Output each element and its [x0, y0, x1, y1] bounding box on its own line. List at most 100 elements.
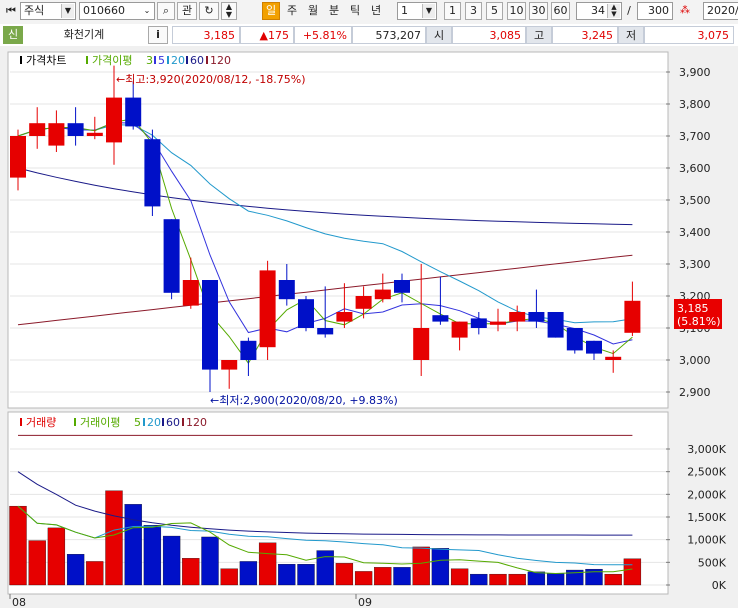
- volume-bar: [201, 536, 219, 586]
- period-day-button[interactable]: 일: [262, 2, 280, 20]
- grid-settings-icon[interactable]: ⁂: [676, 2, 694, 20]
- volume-bar: [239, 561, 258, 586]
- stock-name: 화천기계: [63, 28, 105, 41]
- price-tick-label: 3,600: [679, 162, 711, 175]
- market-value: 주식: [24, 4, 45, 17]
- candle-body: [221, 360, 238, 370]
- quick-5-button[interactable]: 5: [486, 2, 503, 20]
- volume-bar: [527, 571, 546, 586]
- refresh-icon[interactable]: ↻: [199, 2, 219, 20]
- price-badge: 3,185 (5.81%): [674, 299, 722, 329]
- price-change: ▲175: [240, 26, 294, 44]
- volume-bar: [508, 573, 526, 586]
- low-price: 3,075: [644, 26, 734, 44]
- x-tick-label: 08: [12, 596, 26, 608]
- candle-body: [29, 123, 46, 136]
- candle-body: [202, 280, 218, 370]
- vol-legend-period-5: 5: [134, 416, 141, 429]
- high-label: 고: [526, 26, 552, 44]
- candle-body: [259, 270, 276, 348]
- count-separator: /: [627, 4, 631, 17]
- vol-legend-period-20: 20: [147, 416, 161, 429]
- multiplier-select[interactable]: 1 ▼: [397, 2, 437, 20]
- volume-bar: [450, 568, 469, 586]
- vol-legend-period-120: 120: [186, 416, 207, 429]
- quick-10-button[interactable]: 10: [507, 2, 526, 20]
- low-annotation: ←최저:2,900(2020/08/20, +9.83%): [210, 394, 398, 407]
- period-tick-button[interactable]: 틱: [347, 2, 363, 20]
- candle-body: [394, 280, 410, 293]
- candle-body: [432, 315, 449, 322]
- price-tick-label: 3,300: [679, 258, 711, 271]
- volume-tick-label: 1,500K: [687, 511, 726, 524]
- candle-body: [355, 296, 372, 309]
- period-year-button[interactable]: 년: [368, 2, 384, 20]
- price-tick-label: 3,400: [679, 226, 711, 239]
- favorite-button[interactable]: 관: [177, 2, 197, 20]
- candle-body: [624, 300, 641, 333]
- candle-body: [586, 340, 602, 354]
- volume-bar: [9, 505, 27, 586]
- stock-code-input[interactable]: 010660 ⌄: [79, 2, 155, 20]
- candle-body: [528, 312, 545, 322]
- low-label: 저: [618, 26, 644, 44]
- date-input[interactable]: 2020/0: [703, 2, 738, 20]
- info-button[interactable]: i: [148, 26, 168, 44]
- market-select[interactable]: 주식 ▼: [20, 2, 76, 20]
- volume-bar: [489, 573, 507, 586]
- display-count-input[interactable]: 34 ▲ ▼: [576, 2, 622, 20]
- price-tick-label: 3,500: [679, 194, 711, 207]
- quick-3-button[interactable]: 3: [465, 2, 482, 20]
- candle-body: [182, 280, 199, 306]
- display-count-value: 34: [591, 4, 605, 17]
- volume-bar: [278, 563, 296, 586]
- volume-bar: [258, 542, 277, 586]
- volume-bar: [86, 561, 104, 586]
- period-minute-button[interactable]: 분: [326, 2, 342, 20]
- volume-bar: [28, 540, 46, 586]
- volume-bar: [124, 504, 142, 586]
- spin-updown-icon[interactable]: ▲ ▼: [607, 4, 620, 18]
- price-tick-label: 3,700: [679, 130, 711, 143]
- volume-bar: [431, 548, 450, 586]
- x-tick-label: 09: [358, 596, 372, 608]
- candle-body: [67, 123, 84, 136]
- total-count-input[interactable]: 300: [637, 2, 673, 20]
- volume-bar: [105, 490, 123, 586]
- period-week-button[interactable]: 주: [284, 2, 300, 20]
- period-month-button[interactable]: 월: [305, 2, 321, 20]
- volume-bar: [66, 554, 85, 586]
- candle-body: [547, 312, 564, 338]
- candle-body: [278, 280, 295, 300]
- price-legend-title: 가격차트: [26, 54, 66, 67]
- volume-tick-label: 500K: [698, 556, 727, 569]
- volume-bar: [220, 568, 238, 586]
- price-tick-label: 3,800: [679, 98, 711, 111]
- multiplier-value: 1: [401, 4, 408, 17]
- volume-tick-label: 1,000K: [687, 534, 726, 547]
- volume-bar: [182, 558, 200, 586]
- volume-tick-label: 2,500K: [687, 466, 726, 479]
- candle-body: [240, 340, 257, 360]
- trade-volume: 573,207: [352, 26, 426, 44]
- credit-badge: 신: [3, 26, 23, 44]
- current-price: 3,185: [172, 26, 240, 44]
- spin-updown-icon[interactable]: ▲ ▼: [221, 2, 237, 20]
- panel-toggle-icon[interactable]: ⏮: [3, 2, 19, 20]
- volume-tick-label: 0K: [712, 579, 727, 592]
- quick-60-button[interactable]: 60: [551, 2, 570, 20]
- price-tick-label: 2,900: [679, 386, 711, 399]
- candle-body: [336, 312, 353, 322]
- volume-legend-ma: 거래이평: [80, 416, 120, 429]
- candle-body: [451, 321, 468, 338]
- chevron-down-icon: ⌄: [141, 4, 153, 18]
- candle-body: [490, 321, 506, 325]
- open-price: 3,085: [452, 26, 526, 44]
- volume-bar: [412, 546, 430, 586]
- quick-1-button[interactable]: 1: [444, 2, 461, 20]
- search-icon[interactable]: ⌕: [157, 2, 175, 20]
- volume-legend: 거래량 거래이평 5 20 60 120: [20, 416, 207, 429]
- volume-bar: [354, 571, 373, 586]
- quick-30-button[interactable]: 30: [529, 2, 548, 20]
- price-legend-ma: 가격이평: [92, 54, 132, 67]
